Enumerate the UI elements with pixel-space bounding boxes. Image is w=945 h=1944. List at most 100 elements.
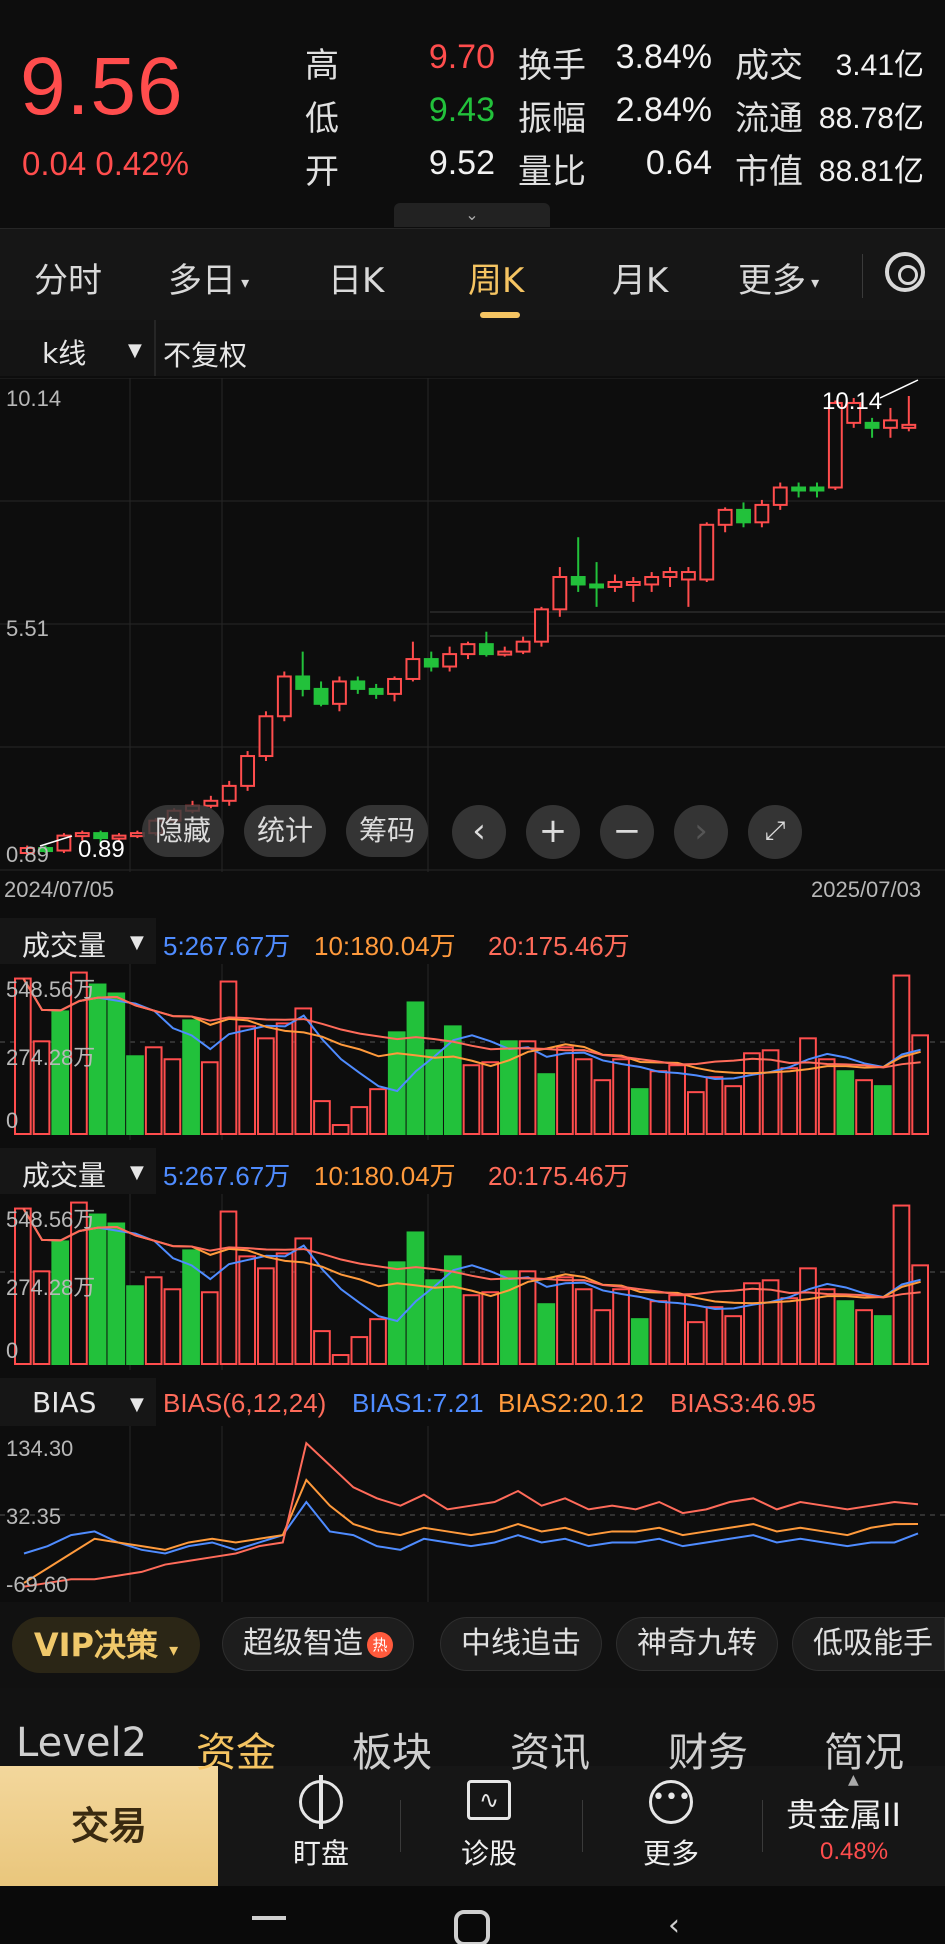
- volume-chart-0[interactable]: [0, 964, 945, 1140]
- chevron-left-icon[interactable]: ‹: [452, 805, 506, 859]
- subnav-1[interactable]: 资金: [196, 1720, 276, 1778]
- tab-3[interactable]: 周K: [468, 253, 524, 302]
- volume-chart-1[interactable]: [0, 1194, 945, 1370]
- volume-ma20-1: 20:175.46万: [488, 1161, 630, 1191]
- bias-params: BIAS(6,12,24): [163, 1388, 327, 1418]
- tab-0[interactable]: 分时: [34, 253, 102, 302]
- quote-label-2: 开: [305, 152, 339, 192]
- hide-button[interactable]: 隐藏: [142, 805, 224, 857]
- max-price-marker: 10.14: [822, 388, 883, 415]
- candle-body: [405, 658, 421, 680]
- tab-5[interactable]: 更多 ▾: [738, 253, 819, 302]
- volume-bar: [855, 1079, 873, 1135]
- divider: [862, 254, 863, 298]
- divider: [400, 1800, 401, 1852]
- volume-y-mid-1: 274.28万: [6, 1275, 96, 1300]
- diagnose-button[interactable]: ∿ 诊股: [434, 1776, 544, 1876]
- volume-bar: [817, 1288, 836, 1365]
- dropdown-caret-icon[interactable]: ▼: [128, 340, 142, 361]
- volume-bar: [481, 1061, 500, 1135]
- quote-label3-2: 市值: [735, 152, 803, 192]
- tab-4[interactable]: 月K: [612, 253, 668, 302]
- tab-2[interactable]: 日K: [328, 253, 384, 302]
- indicator-select-volume-1[interactable]: 成交量: [22, 1154, 106, 1194]
- indicator-select-kline[interactable]: k线: [42, 332, 86, 372]
- bias1-line: [23, 1500, 919, 1555]
- candle-body: [662, 571, 678, 579]
- bias-chart[interactable]: [0, 1426, 945, 1602]
- candle-body: [203, 799, 219, 807]
- more-dots-icon: •••: [649, 1780, 693, 1824]
- volume-bar: [238, 1255, 257, 1365]
- quote-label2-0: 换手: [518, 46, 586, 86]
- ticker-name: 贵金属II: [786, 1796, 901, 1834]
- more-button[interactable]: ••• 更多: [616, 1776, 726, 1876]
- y-axis-label-mid: 5.51: [6, 616, 49, 641]
- zoom-out-icon[interactable]: −: [600, 805, 654, 859]
- candle-body: [717, 508, 733, 526]
- candle-body: [515, 640, 531, 653]
- trade-button[interactable]: 交易: [0, 1766, 218, 1886]
- quote-label3-0: 成交: [735, 46, 803, 86]
- volume-bar: [107, 992, 126, 1136]
- candle-body: [607, 580, 623, 588]
- volume-ma20-0: 20:175.46万: [488, 931, 630, 961]
- chips-button[interactable]: 筹码: [346, 805, 428, 857]
- stats-button[interactable]: 统计: [244, 805, 326, 857]
- volume-bar: [612, 1058, 630, 1135]
- indicator-select-bias[interactable]: BIAS: [32, 1386, 96, 1419]
- home-icon[interactable]: [454, 1910, 490, 1944]
- zoom-in-icon[interactable]: +: [526, 805, 580, 859]
- indicator-select-volume-0[interactable]: 成交量: [22, 924, 106, 964]
- dropdown-caret-icon[interactable]: ▼: [130, 1162, 144, 1183]
- volume-bar: [686, 1091, 705, 1135]
- ticker-widget[interactable]: ▲ 贵金属II 0.48%: [776, 1772, 940, 1882]
- quote-label-0: 高: [305, 46, 339, 86]
- subnav-4[interactable]: 财务: [668, 1720, 748, 1778]
- chip-mid-line[interactable]: 中线追击: [440, 1617, 602, 1671]
- adjust-mode-select[interactable]: 不复权: [163, 334, 247, 374]
- kline-chart[interactable]: [0, 378, 945, 872]
- volume-bar: [425, 1049, 443, 1135]
- change-percent: 0.42%: [95, 145, 189, 182]
- chip-super-manufacture[interactable]: 超级智造热: [222, 1617, 414, 1671]
- chip-nine-turns[interactable]: 神奇九转: [616, 1617, 778, 1671]
- dropdown-caret-icon[interactable]: ▼: [130, 1394, 144, 1415]
- recent-apps-icon[interactable]: [252, 1916, 286, 1920]
- subnav-3[interactable]: 资讯: [510, 1720, 590, 1778]
- volume-bar: [387, 1031, 406, 1135]
- volume-bar: [163, 1288, 182, 1365]
- volume-bar: [350, 1106, 369, 1135]
- volume-bar: [500, 1040, 518, 1135]
- volume-bar: [331, 1354, 350, 1366]
- divider: [762, 1800, 763, 1852]
- dropdown-caret-icon[interactable]: ▼: [130, 932, 144, 953]
- volume-bar: [761, 1049, 780, 1135]
- gear-icon[interactable]: [885, 252, 925, 292]
- chevron-right-icon[interactable]: ›: [674, 805, 728, 859]
- fullscreen-icon[interactable]: ⤢: [748, 805, 802, 859]
- volume-bar: [481, 1291, 500, 1365]
- vip-decision-button[interactable]: VIP决策 ▾: [12, 1617, 200, 1673]
- watch-button[interactable]: 盯盘: [266, 1775, 376, 1876]
- chip-low-buy[interactable]: 低吸能手: [792, 1617, 945, 1671]
- candle-body: [589, 583, 605, 589]
- subnav-0[interactable]: Level2: [16, 1720, 147, 1766]
- volume-y-mid-0: 274.28万: [6, 1045, 96, 1070]
- back-icon[interactable]: ‹: [668, 1908, 680, 1943]
- price-change: 0.04 0.42%: [22, 145, 189, 183]
- subnav-5[interactable]: 简况: [824, 1720, 904, 1778]
- volume-bar: [462, 1064, 481, 1135]
- volume-bar: [500, 1270, 518, 1365]
- tab-1[interactable]: 多日 ▾: [168, 253, 249, 302]
- volume-bar: [144, 1046, 163, 1135]
- expand-quote-button[interactable]: ⌄: [394, 203, 550, 227]
- candle-body: [644, 576, 660, 586]
- hot-badge: 热: [367, 1631, 393, 1658]
- volume-bar: [294, 1237, 313, 1365]
- volume-bar: [799, 1037, 817, 1135]
- subnav-2[interactable]: 板块: [352, 1720, 432, 1778]
- volume-bar: [724, 1315, 743, 1366]
- volume-bar: [219, 980, 238, 1135]
- chip-label: 神奇九转: [637, 1626, 757, 1661]
